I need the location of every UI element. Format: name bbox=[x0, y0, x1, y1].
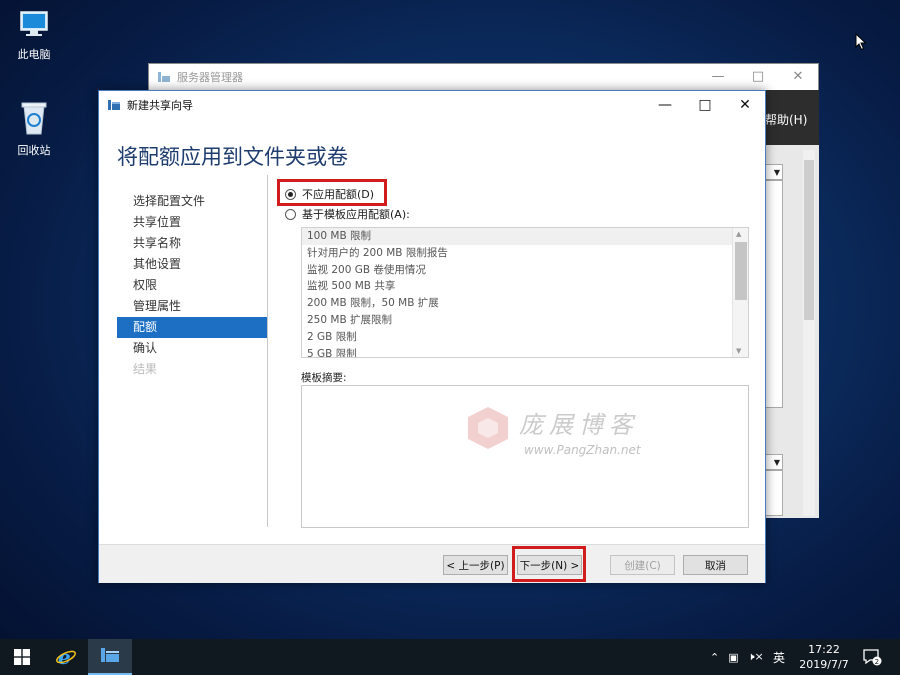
scroll-up-icon[interactable]: ▲ bbox=[736, 230, 741, 238]
minimize-button[interactable]: — bbox=[645, 91, 685, 119]
nav-item-share-name[interactable]: 共享名称 bbox=[117, 233, 267, 254]
nav-item-share-location[interactable]: 共享位置 bbox=[117, 212, 267, 233]
annotation-highlight bbox=[512, 546, 586, 582]
nav-divider bbox=[267, 175, 268, 527]
radio-template-quota[interactable]: 基于模板应用配额(A): bbox=[285, 204, 755, 224]
radio-button[interactable] bbox=[285, 208, 296, 220]
start-button[interactable] bbox=[0, 639, 44, 675]
desktop-icon-this-pc[interactable]: 此电脑 bbox=[4, 8, 64, 62]
list-item[interactable]: 监视 200 GB 卷使用情况 bbox=[302, 262, 732, 279]
input-method-indicator[interactable]: 英 bbox=[773, 639, 785, 675]
computer-icon bbox=[20, 11, 48, 36]
server-manager-title: 服务器管理器 bbox=[177, 71, 243, 84]
nav-item-permissions[interactable]: 权限 bbox=[117, 275, 267, 296]
desktop-icon-recycle-bin[interactable]: 回收站 bbox=[4, 98, 64, 158]
nav-item-quota[interactable]: 配额 bbox=[117, 317, 267, 338]
chevron-down-icon: ▼ bbox=[773, 168, 780, 177]
ime-label: 英 bbox=[773, 650, 786, 665]
list-item[interactable]: 针对用户的 200 MB 限制报告 bbox=[302, 245, 732, 262]
create-button: 创建(C) bbox=[610, 555, 675, 575]
list-box bbox=[765, 470, 783, 516]
template-list[interactable]: 100 MB 限制 针对用户的 200 MB 限制报告 监视 200 GB 卷使… bbox=[301, 227, 749, 358]
server-manager-icon bbox=[158, 72, 170, 82]
help-menu[interactable]: 帮助(H) bbox=[765, 90, 819, 145]
close-button[interactable]: ✕ bbox=[778, 64, 818, 88]
annotation-highlight bbox=[277, 179, 387, 206]
list-item[interactable]: 250 MB 扩展限制 bbox=[302, 312, 732, 329]
cancel-button[interactable]: 取消 bbox=[683, 555, 748, 575]
maximize-button[interactable]: □ bbox=[738, 64, 778, 88]
mouse-cursor-icon bbox=[855, 33, 867, 51]
list-item[interactable]: 5 GB 限制 bbox=[302, 346, 732, 357]
recycle-bin-icon bbox=[21, 102, 47, 135]
template-summary-label: 模板摘要: bbox=[301, 372, 347, 384]
dropdown[interactable]: ▼ bbox=[765, 454, 783, 470]
windows-logo-icon bbox=[14, 649, 30, 665]
maximize-button[interactable]: □ bbox=[685, 91, 725, 119]
server-manager-icon bbox=[101, 648, 119, 662]
system-tray: ⌃ ▣ 🕨× bbox=[710, 639, 773, 675]
clock[interactable]: 17:22 2019/7/7 bbox=[795, 639, 853, 675]
internet-explorer-icon: e bbox=[56, 646, 76, 668]
list-scrollbar[interactable]: ▲ ▼ bbox=[732, 228, 748, 357]
volume-muted-icon[interactable]: 🕨× bbox=[748, 650, 764, 664]
previous-button[interactable]: < 上一步(P) bbox=[443, 555, 508, 575]
clock-time: 17:22 bbox=[808, 643, 840, 656]
server-manager-icon bbox=[108, 100, 120, 110]
taskbar: e ⌃ ▣ 🕨× 英 17:22 2019/7/7 2 bbox=[0, 639, 900, 675]
notification-count: 2 bbox=[875, 658, 879, 666]
scroll-down-icon[interactable]: ▼ bbox=[736, 347, 741, 355]
nav-item-results: 结果 bbox=[133, 362, 158, 376]
internet-explorer-button[interactable]: e bbox=[44, 639, 88, 675]
chevron-down-icon: ▼ bbox=[773, 458, 780, 467]
list-item[interactable]: 监视 500 MB 共享 bbox=[302, 278, 732, 295]
close-button[interactable]: ✕ bbox=[725, 91, 765, 119]
scrollbar-thumb[interactable] bbox=[804, 160, 814, 320]
desktop-icon-label: 回收站 bbox=[17, 144, 51, 157]
new-share-wizard-window: 新建共享向导 — □ ✕ 将配额应用到文件夹或卷 选择配置文件 共享位置 共享名… bbox=[98, 90, 766, 583]
wizard-nav: 选择配置文件 共享位置 共享名称 其他设置 权限 管理属性 配额 确认 结果 bbox=[117, 191, 267, 380]
action-center-button[interactable]: 2 bbox=[862, 639, 892, 675]
help-menu-label: 帮助(H) bbox=[765, 113, 808, 127]
nav-item-confirmation[interactable]: 确认 bbox=[117, 338, 267, 359]
nav-item-other-settings[interactable]: 其他设置 bbox=[117, 254, 267, 275]
notification-icon: 2 bbox=[863, 649, 882, 666]
list-box bbox=[765, 180, 783, 408]
page-title: 将配额应用到文件夹或卷 bbox=[117, 145, 348, 169]
clock-date: 2019/7/7 bbox=[799, 658, 849, 671]
scrollbar-thumb[interactable] bbox=[735, 242, 747, 300]
wizard-title: 新建共享向导 bbox=[127, 99, 193, 112]
minimize-button[interactable]: — bbox=[698, 64, 738, 88]
list-item[interactable]: 100 MB 限制 bbox=[302, 228, 732, 245]
radio-template-quota-label: 基于模板应用配额(A): bbox=[302, 208, 410, 221]
nav-item-management-properties[interactable]: 管理属性 bbox=[117, 296, 267, 317]
template-summary-box bbox=[301, 385, 749, 528]
network-icon[interactable]: ▣ bbox=[728, 651, 738, 664]
chevron-up-icon[interactable]: ⌃ bbox=[710, 651, 719, 664]
wizard-footer: < 上一步(P) 下一步(N) > 创建(C) 取消 bbox=[99, 544, 765, 583]
desktop-icon-label: 此电脑 bbox=[17, 48, 51, 61]
scrollbar[interactable] bbox=[803, 150, 815, 516]
server-manager-taskbar-button[interactable] bbox=[88, 639, 132, 675]
list-item[interactable]: 2 GB 限制 bbox=[302, 329, 732, 346]
nav-item-select-profile[interactable]: 选择配置文件 bbox=[117, 191, 267, 212]
list-item[interactable]: 200 MB 限制，50 MB 扩展 bbox=[302, 295, 732, 312]
dropdown[interactable]: ▼ bbox=[765, 164, 783, 180]
